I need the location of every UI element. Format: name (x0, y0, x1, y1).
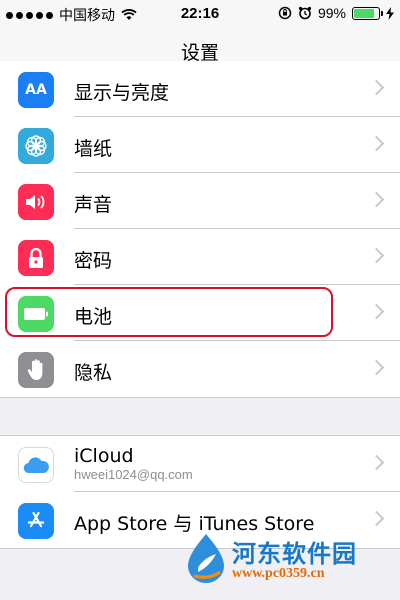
settings-row-label: 密码 (74, 250, 113, 272)
watermark-url: www.pc0359.cn (232, 566, 325, 581)
settings-row-icloud[interactable]: iCloud hweei1024@qq.com (0, 436, 400, 492)
orientation-lock-icon (278, 6, 292, 20)
icloud-icon (18, 447, 54, 483)
chevron-right-icon (368, 359, 385, 376)
settings-row-label: iCloud (74, 445, 134, 467)
watermark: 河东软件园 www.pc0359.cn (184, 530, 394, 590)
chevron-right-icon (368, 303, 385, 320)
settings-row-wallpaper[interactable]: 墙纸 (0, 117, 400, 173)
settings-row-privacy[interactable]: 隐私 (0, 341, 400, 397)
settings-row-sounds[interactable]: 声音 (0, 173, 400, 229)
settings-row-passcode[interactable]: 密码 (0, 229, 400, 285)
chevron-right-icon (368, 454, 385, 471)
display-brightness-icon: AA (18, 72, 54, 108)
settings-group-1: AA 显示与亮度 墙纸 声音 密码 电池 隐私 (0, 61, 400, 398)
settings-row-label: 声音 (74, 194, 113, 216)
settings-row-display-brightness[interactable]: AA 显示与亮度 (0, 61, 400, 117)
wallpaper-flower-icon (18, 128, 54, 164)
settings-row-label: 显示与亮度 (74, 82, 170, 104)
hand-icon (18, 352, 54, 388)
battery-highlight-box (5, 287, 333, 337)
lock-icon (18, 240, 54, 276)
chevron-right-icon (368, 135, 385, 152)
settings-row-label: 隐私 (74, 362, 113, 384)
status-right: 99% (278, 5, 394, 21)
status-bar: 中国移动 22:16 99% (0, 0, 400, 28)
settings-row-label: 墙纸 (74, 138, 113, 160)
charging-bolt-icon (386, 6, 394, 20)
battery-percent: 99% (317, 5, 346, 21)
app-store-icon (18, 503, 54, 539)
watermark-logo-icon (188, 534, 224, 583)
chevron-right-icon (368, 247, 385, 264)
watermark-name: 河东软件园 (232, 540, 357, 568)
chevron-right-icon (368, 79, 385, 96)
speaker-icon (18, 184, 54, 220)
chevron-right-icon (368, 510, 385, 527)
battery-status-icon (352, 6, 383, 20)
chevron-right-icon (368, 191, 385, 208)
icloud-account-email: hweei1024@qq.com (74, 467, 193, 482)
alarm-clock-icon (298, 6, 312, 20)
